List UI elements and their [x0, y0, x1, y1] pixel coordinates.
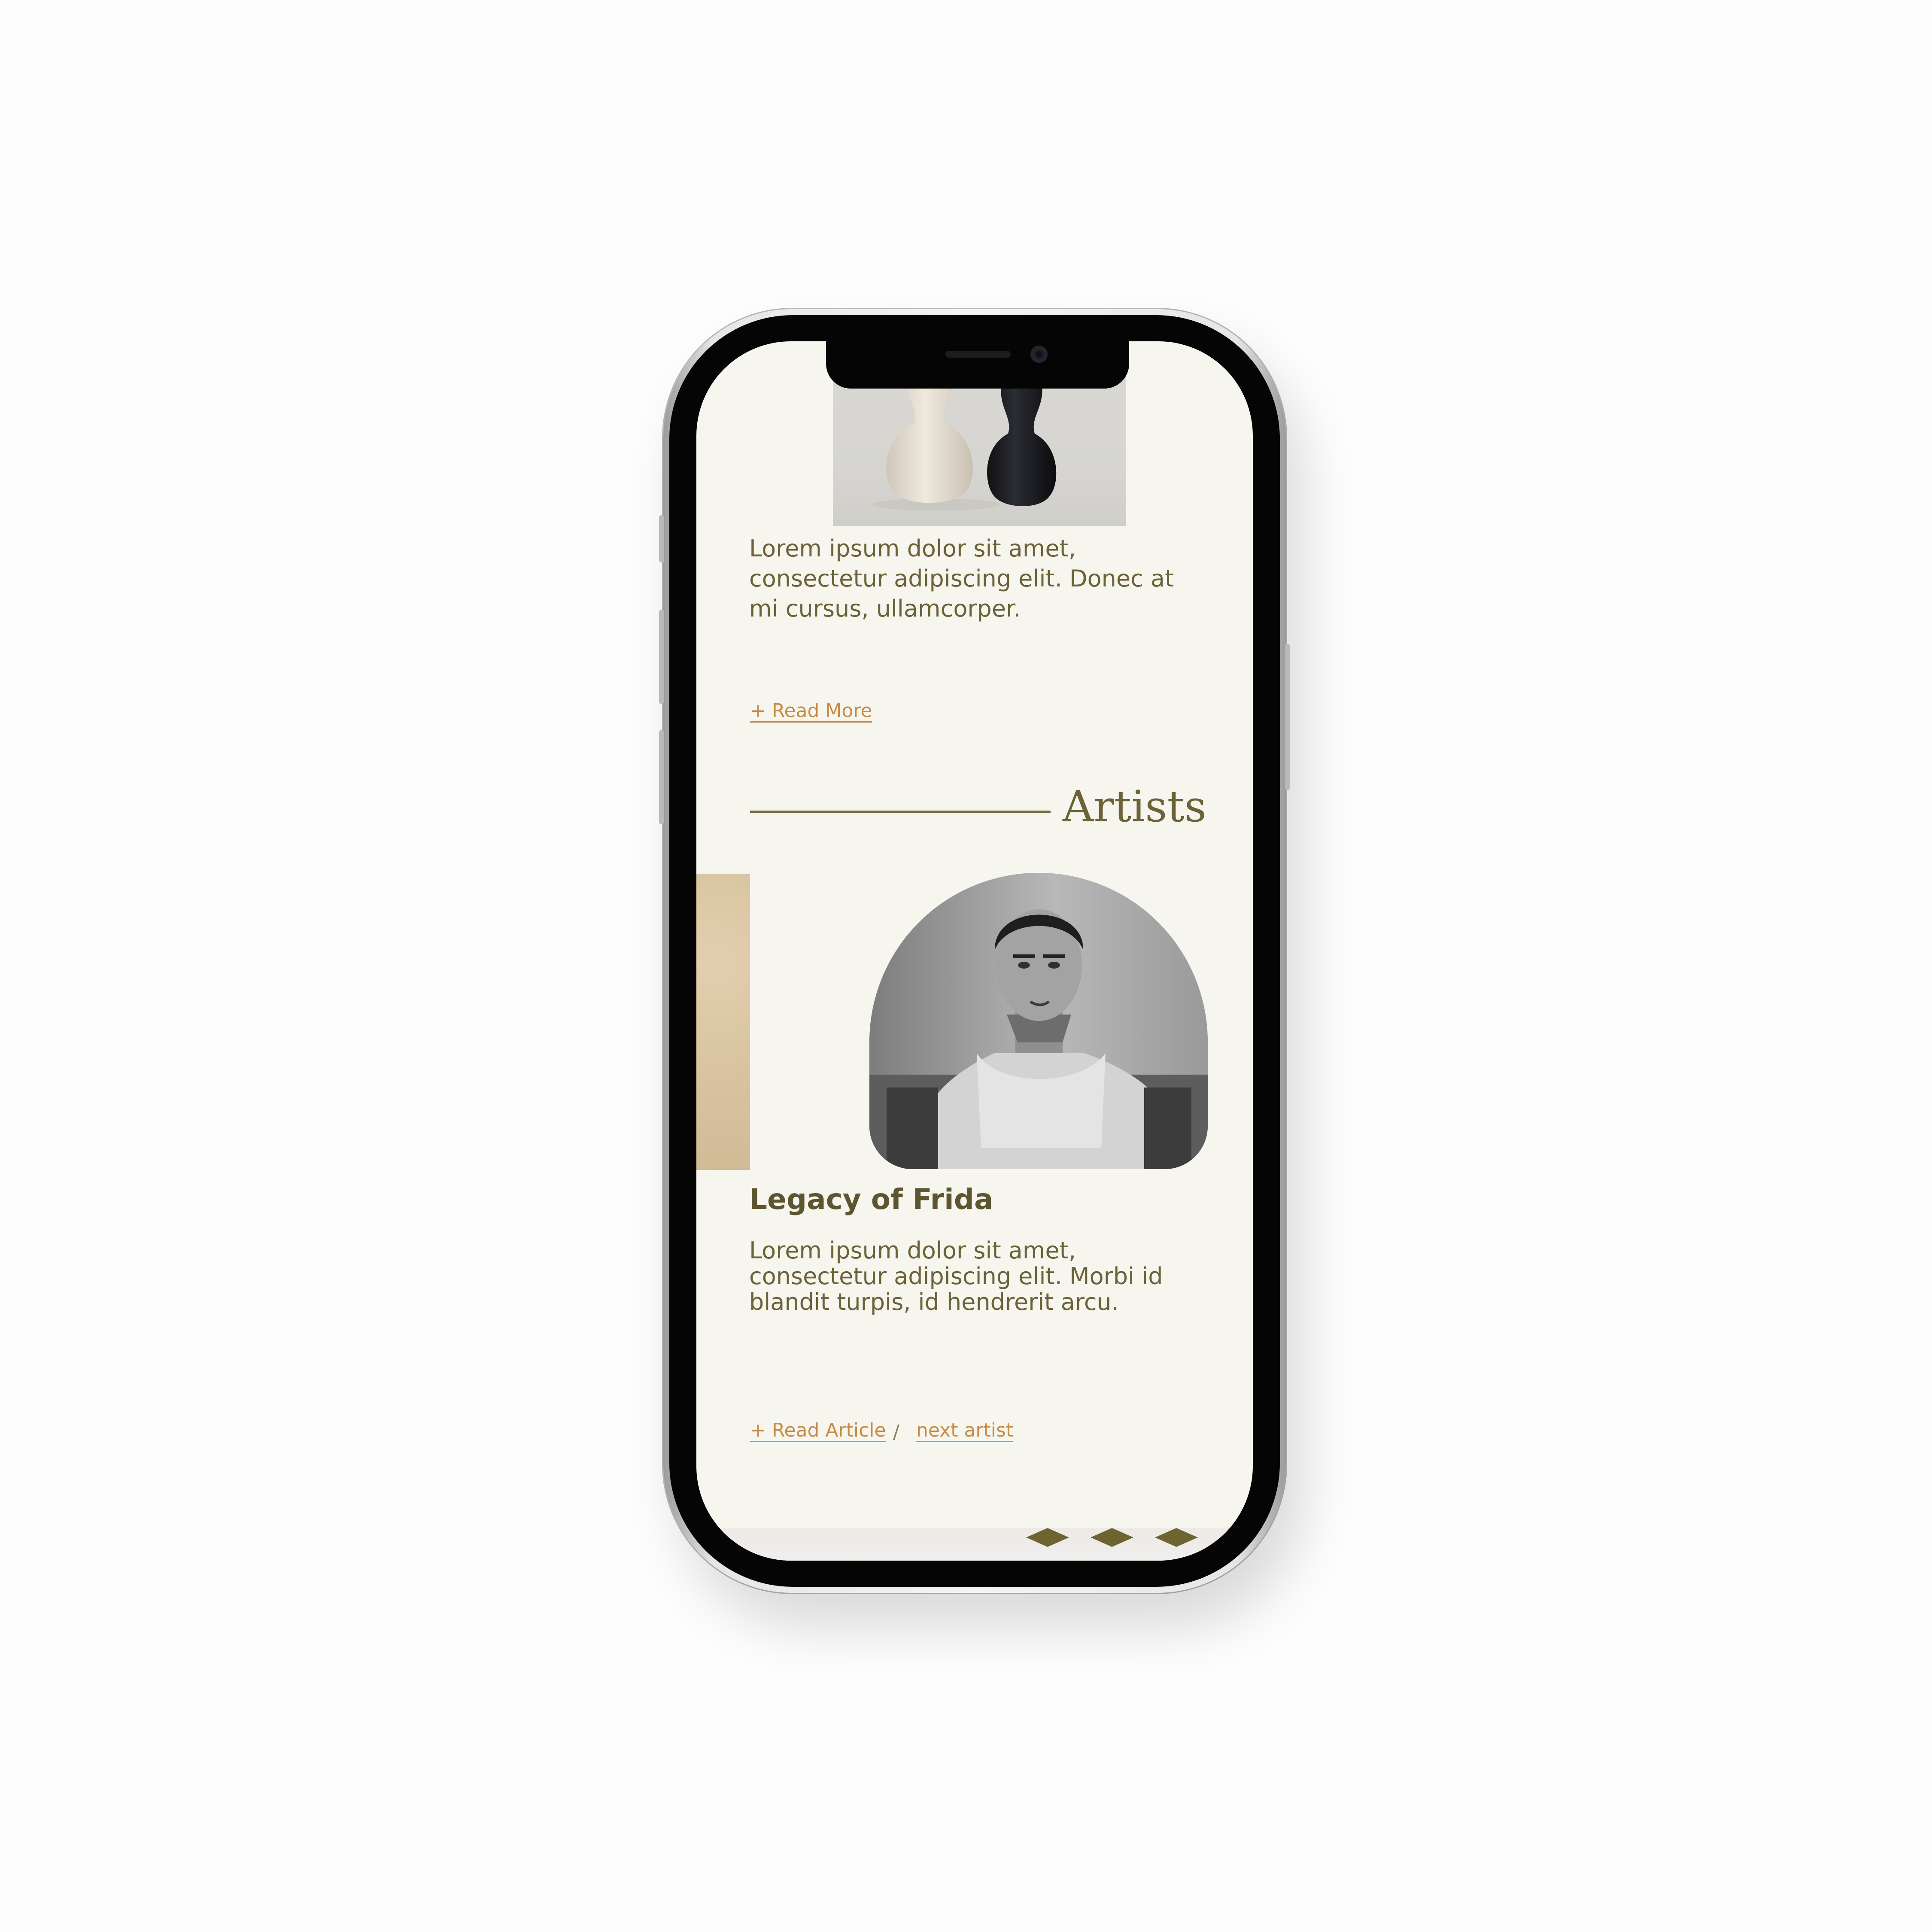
section-divider [750, 811, 1051, 813]
power-button [1285, 644, 1290, 790]
pagination-dots [1026, 1528, 1198, 1547]
next-artist-link[interactable]: next artist [916, 1419, 1013, 1441]
mute-switch [659, 515, 664, 562]
phone-screen: Lorem ipsum dolor sit amet, consectetur … [696, 341, 1253, 1561]
pagination-dot-2-icon[interactable] [1091, 1528, 1133, 1547]
article-excerpt: Lorem ipsum dolor sit amet, consectetur … [749, 535, 1174, 622]
pagination-dot-1-icon[interactable] [1026, 1528, 1069, 1547]
volume-up-button [659, 610, 664, 704]
sand-texture-image [696, 874, 750, 1170]
phone-mockup: Lorem ipsum dolor sit amet, consectetur … [659, 309, 1290, 1593]
read-more-link[interactable]: + Read More [750, 700, 872, 722]
artist-excerpt: Lorem ipsum dolor sit amet, consectetur … [749, 1237, 1163, 1315]
front-camera-icon [1030, 346, 1048, 363]
artist-portrait[interactable] [869, 873, 1208, 1169]
section-title: Artists [1063, 781, 1207, 832]
notch [826, 341, 1129, 389]
link-separator: / [893, 1421, 899, 1443]
volume-down-button [659, 730, 664, 824]
speaker-grille [945, 351, 1011, 358]
pagination-dot-3-icon[interactable] [1155, 1528, 1198, 1547]
read-article-link[interactable]: + Read Article [750, 1419, 886, 1441]
portrait-illustration [869, 873, 1208, 1169]
artist-name: Legacy of Frida [749, 1183, 993, 1216]
